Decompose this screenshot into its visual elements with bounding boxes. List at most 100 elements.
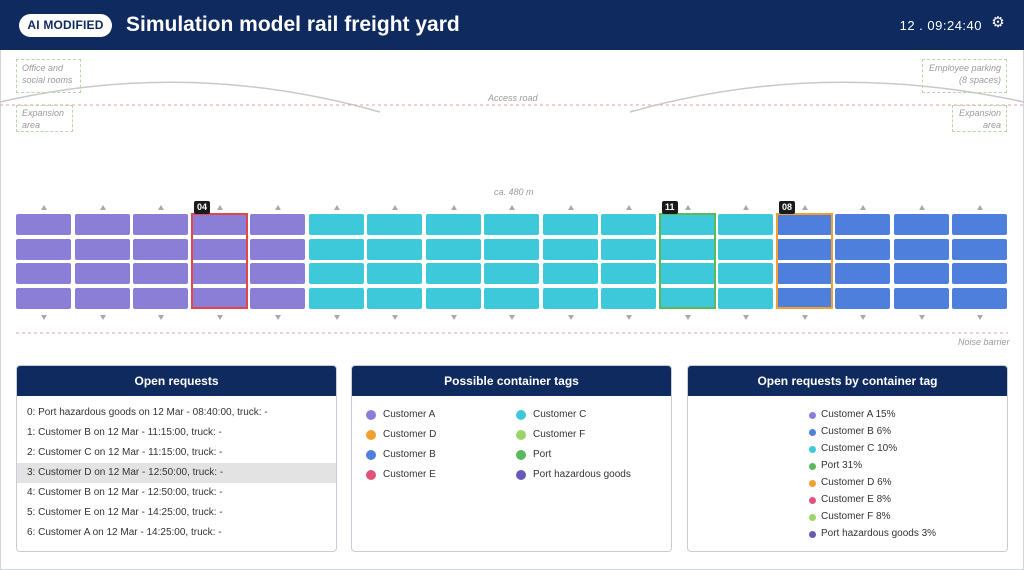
expansion-area-left: Expansion area: [16, 105, 73, 132]
container-slot[interactable]: [367, 239, 422, 260]
container-slot[interactable]: [484, 214, 539, 235]
exit-arrow-icon: [275, 315, 281, 320]
legend-dot: [809, 531, 816, 538]
entry-arrow-icon: [802, 205, 808, 210]
exit-arrow-icon: [334, 315, 340, 320]
yard-map: Office and social rooms Employee parking…: [0, 50, 1024, 350]
container-slot[interactable]: [75, 263, 130, 284]
exit-arrow-icon: [41, 315, 47, 320]
container-slot[interactable]: [718, 214, 773, 235]
container-slot[interactable]: [952, 288, 1007, 309]
exit-arrow-icon: [568, 315, 574, 320]
entry-arrow-icon: [743, 205, 749, 210]
container-slot[interactable]: [309, 214, 364, 235]
container-slot[interactable]: [894, 288, 949, 309]
request-item-1[interactable]: 1: Customer B on 12 Mar - 11:15:00, truc…: [17, 423, 336, 443]
selected-column-outline: [659, 213, 716, 309]
container-slot[interactable]: [426, 263, 481, 284]
container-slot[interactable]: [250, 288, 305, 309]
container-slot[interactable]: [952, 263, 1007, 284]
request-item-0[interactable]: 0: Port hazardous goods on 12 Mar - 08:4…: [17, 403, 336, 423]
container-slot[interactable]: [894, 239, 949, 260]
container-slot[interactable]: [16, 263, 71, 284]
container-slot[interactable]: [426, 214, 481, 235]
container-slot[interactable]: [367, 263, 422, 284]
noise-barrier-label: Noise barrier: [958, 337, 1010, 347]
request-item-2[interactable]: 2: Customer C on 12 Mar - 11:15:00, truc…: [17, 443, 336, 463]
container-slot[interactable]: [367, 214, 422, 235]
container-slot[interactable]: [894, 214, 949, 235]
legend-dot: [809, 429, 816, 436]
container-slot[interactable]: [835, 239, 890, 260]
container-slot[interactable]: [601, 214, 656, 235]
open-requests-panel: Open requests 0: Port hazardous goods on…: [16, 365, 337, 552]
legend-item: Customer E 8%: [809, 493, 891, 507]
container-slot[interactable]: [309, 263, 364, 284]
legend-item: Port hazardous goods 3%: [809, 527, 936, 541]
container-slot[interactable]: [367, 288, 422, 309]
container-slot[interactable]: [250, 263, 305, 284]
entry-arrow-icon: [217, 205, 223, 210]
container-slot[interactable]: [426, 239, 481, 260]
requests-by-tag-title: Open requests by container tag: [688, 366, 1007, 396]
container-slot[interactable]: [718, 239, 773, 260]
page-title: Simulation model rail freight yard: [126, 13, 460, 36]
request-item-4[interactable]: 4: Customer B on 12 Mar - 12:50:00, truc…: [17, 483, 336, 503]
container-slot[interactable]: [952, 239, 1007, 260]
legend-label: Customer C 10%: [821, 443, 898, 454]
column-tag-badge: 08: [779, 201, 796, 214]
container-slot[interactable]: [133, 239, 188, 260]
container-slot[interactable]: [309, 288, 364, 309]
container-slot[interactable]: [16, 214, 71, 235]
container-slot[interactable]: [250, 214, 305, 235]
exit-arrow-icon: [626, 315, 632, 320]
ai-modified-badge: AI MODIFIED: [19, 14, 112, 37]
container-slot[interactable]: [601, 263, 656, 284]
container-slot[interactable]: [133, 214, 188, 235]
container-slot[interactable]: [543, 214, 598, 235]
container-slot[interactable]: [601, 239, 656, 260]
container-slot[interactable]: [16, 239, 71, 260]
tag-dot: [516, 410, 526, 420]
container-slot[interactable]: [484, 263, 539, 284]
gear-icon[interactable]: ⚙: [990, 15, 1006, 31]
tag-dot: [366, 470, 376, 480]
request-item-5[interactable]: 5: Customer E on 12 Mar - 14:25:00, truc…: [17, 503, 336, 523]
entry-arrow-icon: [626, 205, 632, 210]
entry-arrow-icon: [860, 205, 866, 210]
selected-column-outline: [191, 213, 248, 309]
container-slot[interactable]: [835, 214, 890, 235]
tag-label: Customer B: [383, 449, 436, 460]
container-slot[interactable]: [16, 288, 71, 309]
container-slot[interactable]: [952, 214, 1007, 235]
container-slot[interactable]: [543, 239, 598, 260]
office-label-line-1: Office and: [22, 63, 64, 73]
container-slot[interactable]: [601, 288, 656, 309]
container-slot[interactable]: [835, 263, 890, 284]
container-slot[interactable]: [75, 214, 130, 235]
request-item-6[interactable]: 6: Customer A on 12 Mar - 14:25:00, truc…: [17, 523, 336, 543]
container-slot[interactable]: [426, 288, 481, 309]
container-slot[interactable]: [484, 239, 539, 260]
container-slot[interactable]: [75, 288, 130, 309]
container-slot[interactable]: [75, 239, 130, 260]
container-slot[interactable]: [484, 288, 539, 309]
exit-arrow-icon: [217, 315, 223, 320]
entry-arrow-icon: [158, 205, 164, 210]
container-slot[interactable]: [250, 239, 305, 260]
exit-arrow-icon: [509, 315, 515, 320]
container-slot[interactable]: [835, 288, 890, 309]
tag-customer-d: Customer D: [366, 428, 436, 442]
container-slot[interactable]: [133, 288, 188, 309]
container-slot[interactable]: [133, 263, 188, 284]
container-slot[interactable]: [894, 263, 949, 284]
container-slot[interactable]: [718, 263, 773, 284]
container-slot[interactable]: [718, 288, 773, 309]
legend-dot: [809, 514, 816, 521]
container-slot[interactable]: [543, 288, 598, 309]
container-slot[interactable]: [309, 239, 364, 260]
expansion-left-line-1: Expansion: [22, 108, 65, 118]
request-item-3-selected[interactable]: 3: Customer D on 12 Mar - 12:50:00, truc…: [17, 463, 336, 483]
tag-port: Port: [516, 448, 551, 462]
container-slot[interactable]: [543, 263, 598, 284]
